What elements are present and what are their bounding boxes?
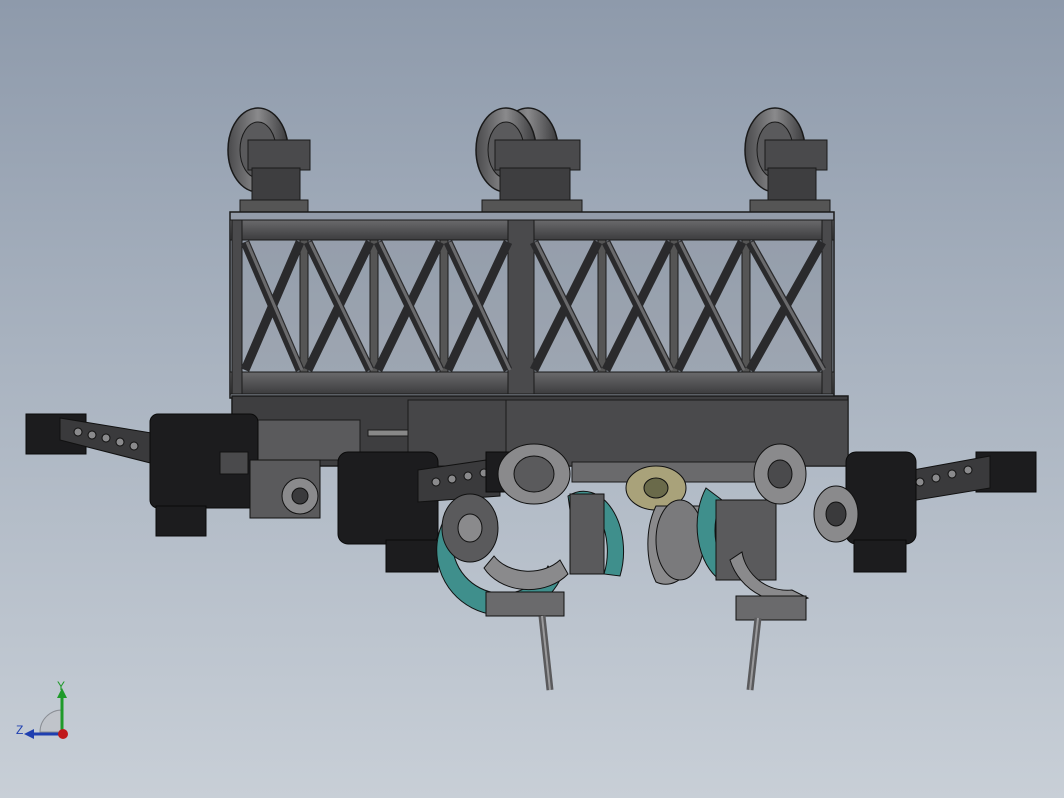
axis-triad: Y Z xyxy=(16,679,68,739)
z-axis-label: Z xyxy=(16,723,23,737)
x-axis-point xyxy=(58,729,68,739)
robot-assembly-model[interactable] xyxy=(0,0,1064,798)
caster-wheel-left xyxy=(227,107,311,213)
caster-wheel-right xyxy=(744,107,831,213)
y-axis-label: Y xyxy=(57,679,65,693)
right-arm-assembly xyxy=(813,451,1037,573)
caster-wheel-center xyxy=(475,107,583,213)
z-axis-arrowhead xyxy=(24,729,34,739)
cad-viewport[interactable]: Y Z xyxy=(0,0,1064,798)
center-hub xyxy=(625,465,705,585)
truss-frame xyxy=(229,211,835,399)
